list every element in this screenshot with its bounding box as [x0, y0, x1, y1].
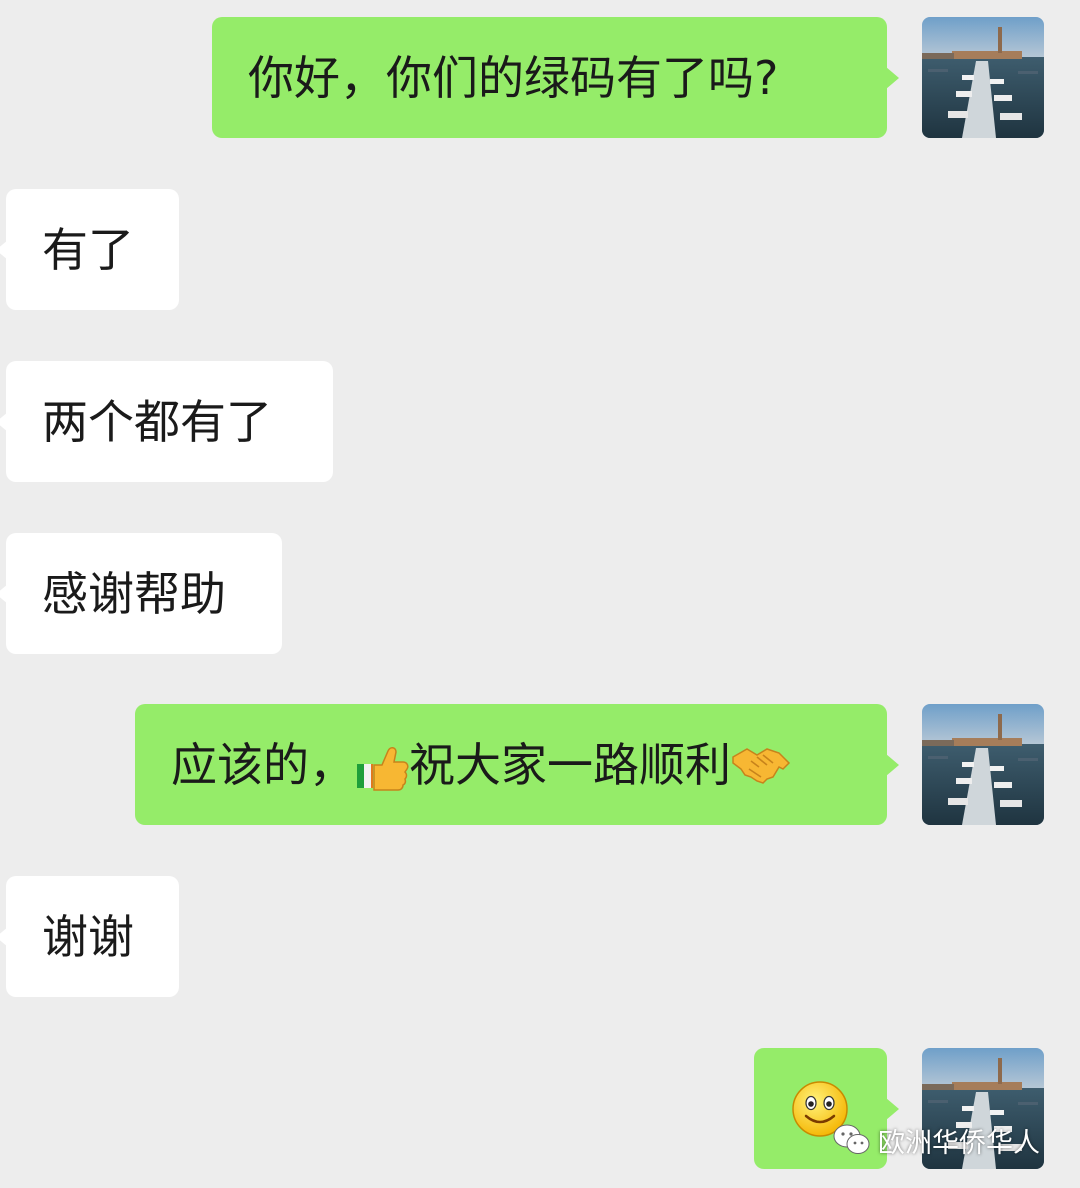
message-bubble-incoming[interactable]: 感谢帮助 [0, 533, 282, 654]
message-bubble-outgoing[interactable]: 应该的， 祝大家一路顺利 [135, 704, 899, 825]
message-bubble-outgoing[interactable]: 你好，你们的绿码有了吗? [212, 17, 899, 138]
harbor-photo-avatar [922, 17, 1044, 138]
message-text: 你好，你们的绿码有了吗? [248, 50, 779, 105]
message-bubble-incoming[interactable]: 谢谢 [0, 876, 179, 997]
wechat-icon [833, 1124, 870, 1154]
message-text: 感谢帮助 [42, 566, 226, 621]
thumbs-up-icon [357, 746, 409, 791]
message-text: 祝大家一路顺利 [409, 737, 731, 792]
avatar[interactable] [922, 704, 1044, 825]
watermark-text: 欧洲华侨华人 [878, 1127, 1040, 1159]
message-text: 应该的， [171, 737, 355, 792]
harbor-photo-avatar [922, 704, 1044, 825]
watermark: 欧洲华侨华人 [832, 1120, 1040, 1160]
message-bubble-incoming[interactable]: 有了 [0, 189, 179, 310]
message-text: 有了 [42, 222, 134, 277]
handshake-icon [732, 747, 791, 784]
avatar[interactable] [922, 17, 1044, 138]
message-text: 谢谢 [42, 909, 134, 964]
message-bubble-incoming[interactable]: 两个都有了 [0, 361, 333, 482]
message-text: 两个都有了 [42, 394, 272, 449]
